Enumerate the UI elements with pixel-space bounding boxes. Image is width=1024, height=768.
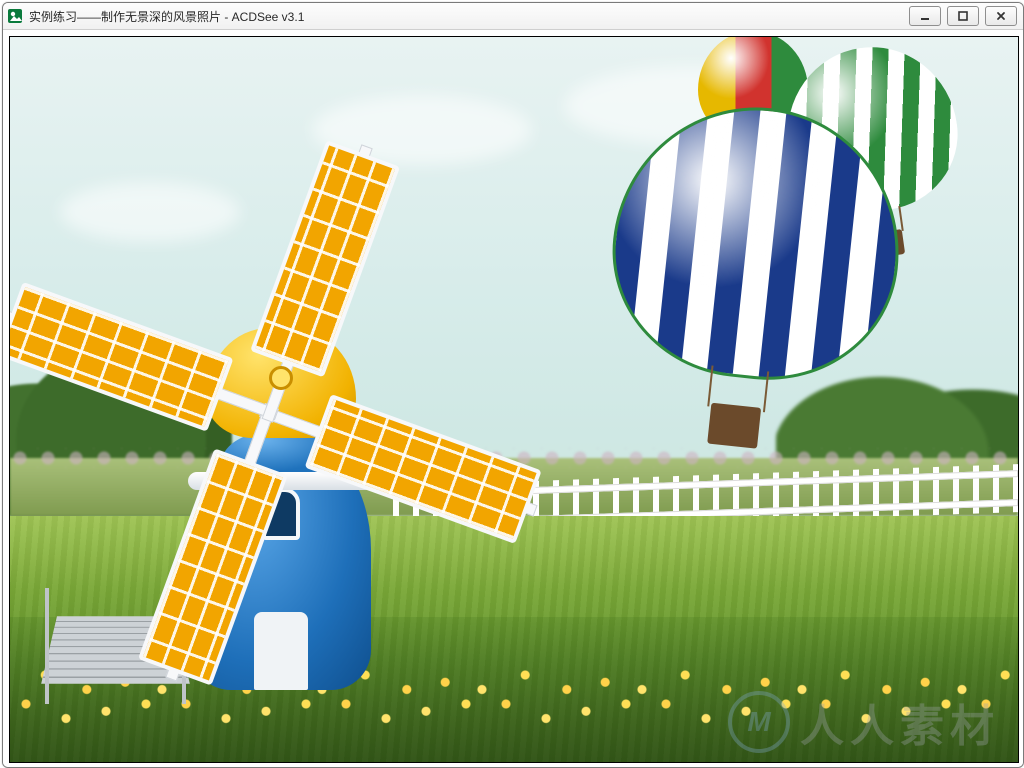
image-viewport[interactable]: M 人人素材 [3, 30, 1023, 767]
window-title: 实例练习——制作无景深的风景照片 - ACDSee v3.1 [29, 8, 304, 25]
app-icon [7, 8, 23, 24]
app-window: 实例练习——制作无景深的风景照片 - ACDSee v3.1 [2, 2, 1024, 768]
close-button[interactable] [985, 6, 1017, 26]
windmill-hub [269, 366, 293, 390]
landscape-image: M 人人素材 [10, 37, 1018, 762]
image-frame: M 人人素材 [9, 36, 1019, 763]
window-controls [909, 6, 1019, 26]
windmill-door [254, 612, 308, 690]
maximize-button[interactable] [947, 6, 979, 26]
titlebar[interactable]: 实例练习——制作无景深的风景照片 - ACDSee v3.1 [3, 3, 1023, 30]
minimize-button[interactable] [909, 6, 941, 26]
hot-air-balloon-blue-white [593, 93, 907, 460]
windmill [151, 190, 411, 690]
